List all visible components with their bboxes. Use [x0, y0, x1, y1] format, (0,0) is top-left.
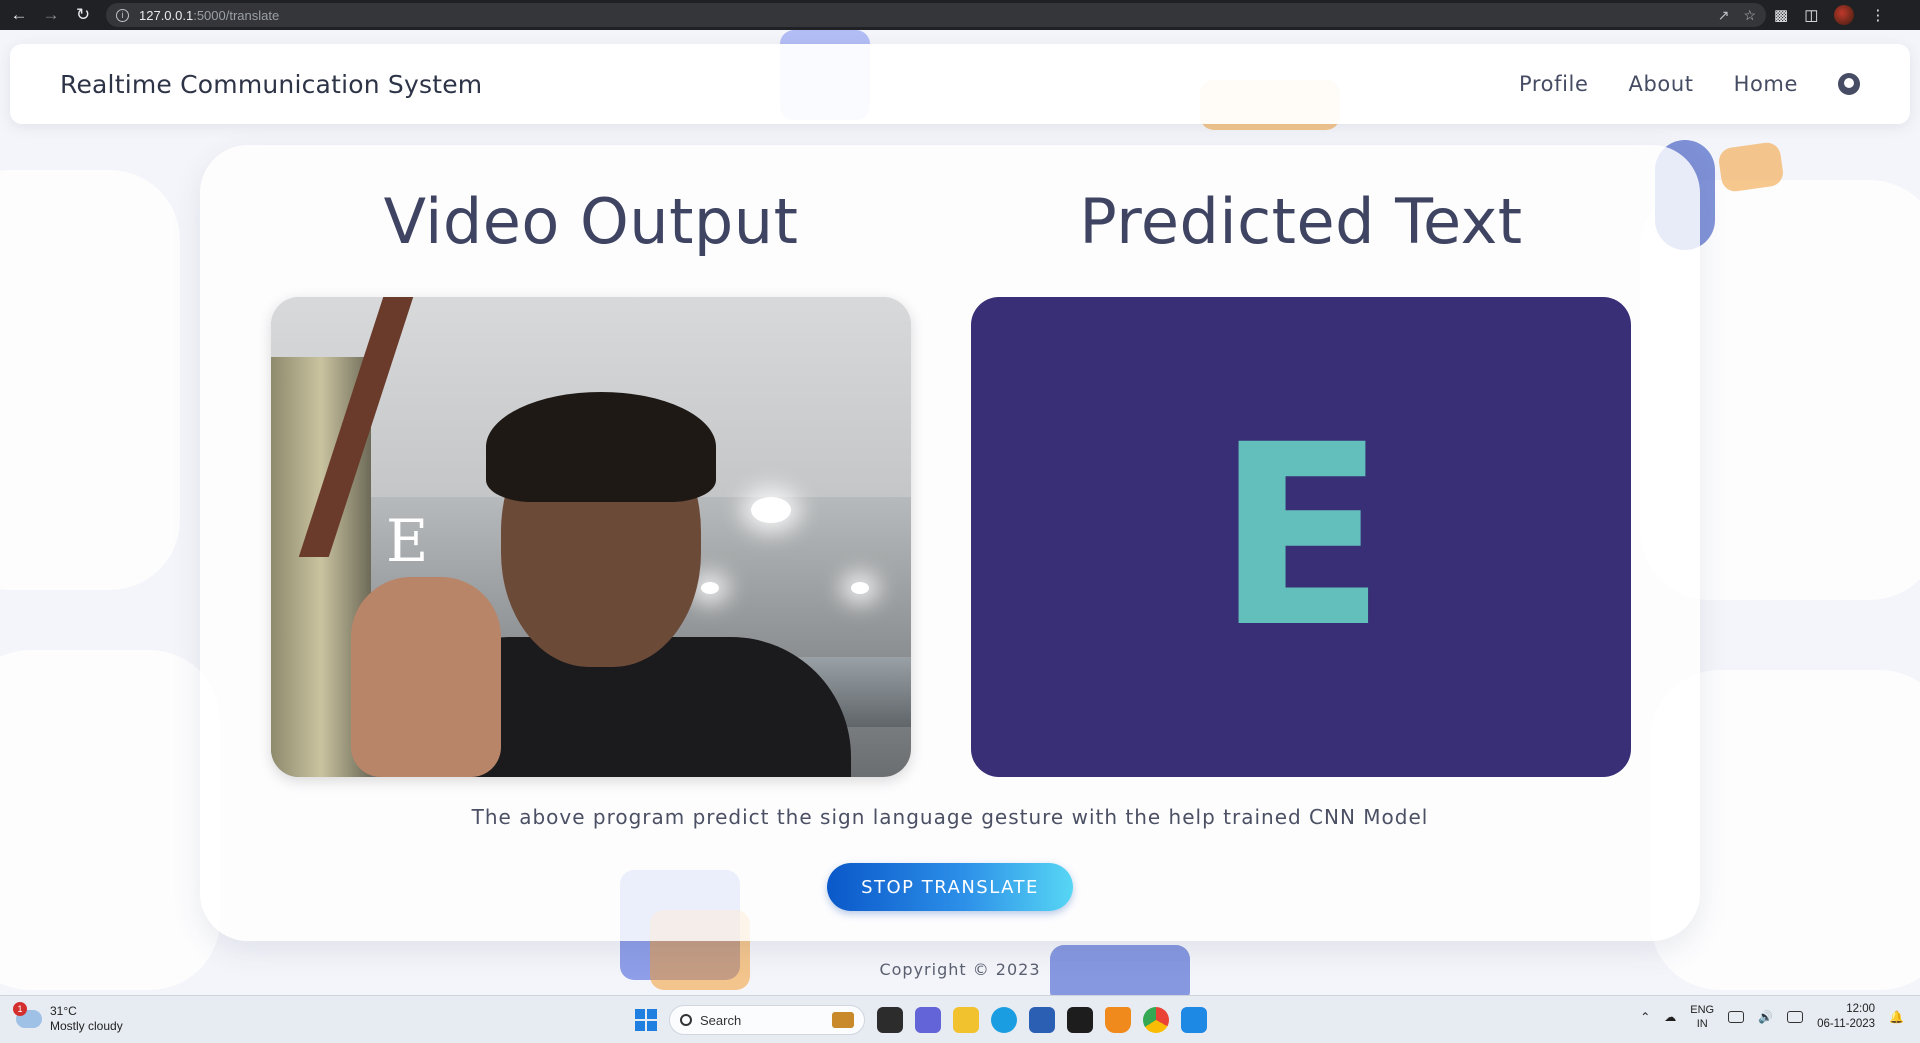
windows-start-icon[interactable]	[635, 1009, 657, 1031]
edge-browser-icon[interactable]	[991, 1007, 1017, 1033]
url-host: 127.0.0.1	[139, 7, 194, 23]
forward-arrow-icon[interactable]: →	[38, 2, 64, 28]
teams-chat-icon[interactable]	[915, 1007, 941, 1033]
weather-temperature: 31°C	[50, 1004, 77, 1018]
clock-date: 06-11-2023	[1817, 1018, 1876, 1030]
background-shape	[0, 650, 220, 990]
taskbar-search[interactable]: Search	[669, 1005, 865, 1035]
os-taskbar: 1 31°C Mostly cloudy Search ⌃ ☁ ENG IN �	[0, 995, 1920, 1043]
webcam-video-feed: E	[271, 297, 911, 777]
url-path: :5000/translate	[193, 7, 280, 23]
brand-title[interactable]: Realtime Communication System	[60, 70, 482, 99]
display-icon[interactable]	[1728, 1011, 1745, 1023]
battery-icon[interactable]	[1787, 1011, 1804, 1023]
chevron-up-icon[interactable]: ⌃	[1640, 1010, 1650, 1024]
translate-card: Video Output Predicted Text E E The abov…	[200, 145, 1700, 941]
app-icon[interactable]	[1067, 1007, 1093, 1033]
chat-bubble-decoration	[1717, 140, 1785, 194]
onedrive-cloud-icon[interactable]: ☁	[1664, 1010, 1676, 1024]
share-icon[interactable]: ↗	[1718, 7, 1730, 24]
nav-link-about[interactable]: About	[1628, 72, 1693, 96]
nav-links: Profile About Home	[1519, 72, 1860, 96]
predicted-letter: E	[1215, 391, 1387, 682]
briefcase-icon	[832, 1012, 854, 1028]
language-code: ENG	[1690, 1004, 1715, 1016]
address-bar[interactable]: i 127.0.0.1 :5000/translate ↗ ☆	[106, 3, 1766, 27]
nav-link-home[interactable]: Home	[1734, 72, 1798, 96]
file-explorer-icon[interactable]	[953, 1007, 979, 1033]
bookmark-star-icon[interactable]: ☆	[1743, 7, 1756, 24]
language-indicator[interactable]: ENG IN	[1690, 1003, 1714, 1031]
weather-widget[interactable]: 1 31°C Mostly cloudy	[13, 1002, 123, 1034]
chrome-icon[interactable]	[1143, 1007, 1169, 1033]
profile-avatar-icon[interactable]	[1834, 5, 1855, 25]
background-shape	[0, 170, 180, 590]
notifications-icon[interactable]: 🔔	[1889, 1010, 1904, 1024]
nav-link-profile[interactable]: Profile	[1519, 72, 1589, 96]
browser-toolbar: ← → ↻ i 127.0.0.1 :5000/translate ↗ ☆ ▩ …	[0, 0, 1920, 30]
info-icon[interactable]: i	[116, 8, 129, 22]
taskbar-apps: Search	[635, 1002, 1207, 1038]
task-view-icon[interactable]	[877, 1007, 903, 1033]
region-code: IN	[1696, 1018, 1708, 1030]
microsoft-store-icon[interactable]	[1029, 1007, 1055, 1033]
vscode-icon[interactable]	[1181, 1007, 1207, 1033]
video-person-hair	[486, 392, 716, 502]
video-ceiling-light	[701, 582, 719, 594]
stop-translate-button[interactable]: STOP TRANSLATE	[827, 863, 1073, 911]
volume-icon[interactable]: 🔊	[1758, 1010, 1773, 1024]
reload-icon[interactable]: ↻	[70, 2, 96, 28]
video-ceiling-light	[751, 497, 791, 523]
video-overlay-letter: E	[386, 507, 429, 575]
video-output-title: Video Output	[383, 185, 799, 258]
menu-kebab-icon[interactable]: ⋮	[1870, 6, 1885, 24]
top-navbar: Realtime Communication System Profile Ab…	[10, 44, 1910, 124]
side-panel-icon[interactable]: ◫	[1804, 6, 1818, 24]
weather-condition: Mostly cloudy	[50, 1019, 123, 1033]
extensions-puzzle-icon[interactable]: ▩	[1774, 6, 1788, 24]
github-icon[interactable]	[1838, 73, 1860, 95]
cloud-icon: 1	[13, 1002, 42, 1028]
back-arrow-icon[interactable]: ←	[6, 2, 32, 28]
vlc-icon[interactable]	[1105, 1007, 1131, 1033]
notification-badge: 1	[13, 1002, 27, 1016]
search-icon	[680, 1014, 692, 1026]
model-description: The above program predict the sign langu…	[471, 805, 1429, 829]
clock[interactable]: 12:00 06-11-2023	[1817, 1002, 1875, 1032]
predicted-text-title: Predicted Text	[1079, 185, 1523, 258]
predicted-text-panel: E	[971, 297, 1631, 777]
page-viewport: Realtime Communication System Profile Ab…	[0, 30, 1920, 995]
footer-copyright: Copyright © 2023	[879, 960, 1041, 979]
video-sign-hand	[351, 577, 501, 777]
search-placeholder: Search	[700, 1012, 742, 1028]
system-tray: ⌃ ☁ ENG IN 🔊 12:00 06-11-2023 🔔	[1640, 1002, 1904, 1032]
video-ceiling-light	[851, 582, 869, 594]
clock-time: 12:00	[1846, 1003, 1876, 1015]
